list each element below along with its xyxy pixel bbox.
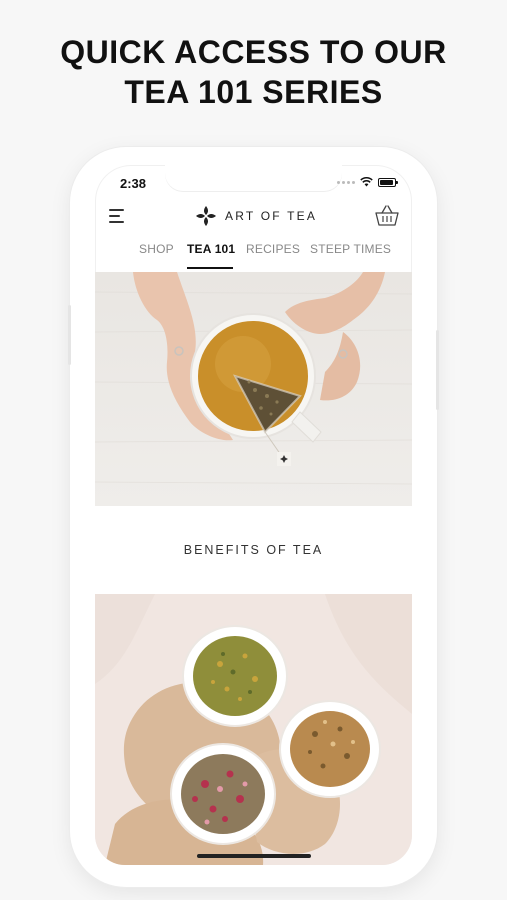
loose-tea-bowls-photo[interactable] (95, 594, 412, 865)
brand-logo[interactable]: ART OF TEA (195, 205, 317, 227)
status-time: 2:38 (120, 176, 147, 191)
signal-icon (337, 180, 355, 184)
logo-text: ART OF TEA (225, 209, 318, 223)
tab-recipes[interactable]: RECIPES (246, 242, 300, 256)
category-tabs: SHOP TEA 101 RECIPES STEEP TIMES (95, 242, 412, 268)
basket-icon[interactable] (374, 203, 400, 227)
battery-icon (378, 177, 398, 187)
logo-icon (196, 206, 216, 226)
phone-side-button-left (68, 305, 71, 365)
phone-notch (165, 165, 342, 191)
benefits-of-tea-link[interactable]: BENEFITS OF TEA (95, 506, 412, 594)
promo-headline: QUICK ACCESS TO OUR TEA 101 SERIES (0, 32, 507, 112)
home-indicator (197, 854, 311, 858)
tab-tea-101[interactable]: TEA 101 (187, 242, 235, 256)
phone-side-button-right (436, 330, 439, 410)
promo-headline-line-2: TEA 101 SERIES (124, 74, 383, 110)
app-header: ART OF TEA (95, 201, 412, 231)
tab-shop[interactable]: SHOP (139, 242, 174, 256)
tab-steep-times[interactable]: STEEP TIMES (310, 242, 391, 256)
promo-headline-line-1: QUICK ACCESS TO OUR (60, 34, 447, 70)
menu-icon[interactable] (109, 209, 125, 223)
tea-cup-photo[interactable] (95, 272, 412, 506)
app-screen: 2:38 ART OF TEA SHOP TEA 101 RECIPES STE… (95, 165, 412, 865)
status-indicators (337, 177, 398, 187)
active-tab-indicator (187, 267, 233, 269)
wifi-icon (360, 177, 373, 187)
loose-tea-illustration (95, 594, 412, 865)
tea-cup-illustration (95, 272, 412, 485)
